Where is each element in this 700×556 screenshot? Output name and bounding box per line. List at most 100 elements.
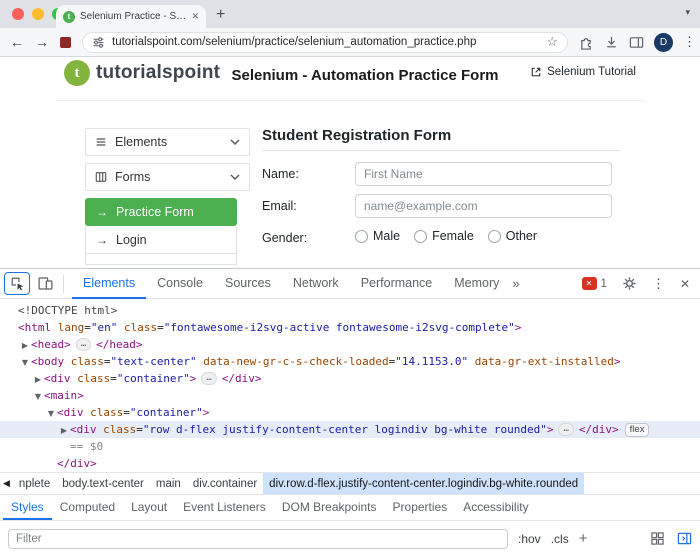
ellipsis-expander[interactable]: … <box>76 338 91 351</box>
profile-avatar[interactable]: D <box>654 33 673 52</box>
side-panel-icon[interactable] <box>629 35 644 50</box>
sidebar: Elements Forms → Practice Form → Login <box>85 128 250 265</box>
tab-event-listeners[interactable]: Event Listeners <box>175 495 274 520</box>
gear-icon[interactable] <box>622 276 637 291</box>
devtools-tab-memory[interactable]: Memory <box>443 269 510 299</box>
grid-icon[interactable] <box>651 532 664 545</box>
inspect-element-button[interactable] <box>4 272 30 295</box>
dom-tree-line[interactable]: ▼<main> <box>0 387 700 404</box>
toggle-element-state-button[interactable]: :hov <box>518 532 541 546</box>
dom-tree-line[interactable]: <html lang="en" class="fontawesome-i2svg… <box>0 319 700 336</box>
sidebar-section-forms[interactable]: Forms <box>85 163 250 191</box>
devtools-tab-sources[interactable]: Sources <box>214 269 282 299</box>
sidebar-item-practice-form[interactable]: → Practice Form <box>85 198 237 226</box>
tune-icon[interactable] <box>92 36 105 49</box>
ellipsis-expander[interactable]: … <box>201 372 216 385</box>
styles-filter-input[interactable] <box>8 529 508 549</box>
collapsed-arrow-icon[interactable]: ▶ <box>58 422 70 439</box>
tab-dom-breakpoints[interactable]: DOM Breakpoints <box>274 495 385 520</box>
expanded-arrow-icon[interactable]: ▼ <box>45 405 57 422</box>
tab-computed[interactable]: Computed <box>52 495 123 520</box>
dom-tree-line[interactable]: </div> <box>0 455 700 472</box>
external-link-icon <box>530 66 542 78</box>
styles-filter-bar: :hov .cls + <box>0 521 700 556</box>
browser-tab[interactable]: t Selenium Practice - Student I ✕ <box>56 5 206 28</box>
form-title-divider <box>262 150 620 151</box>
expanded-arrow-icon[interactable]: ▼ <box>19 354 31 371</box>
dom-tree-line[interactable]: == $0 <box>0 438 700 455</box>
devtools-tab-performance[interactable]: Performance <box>350 269 444 299</box>
expanded-arrow-icon[interactable]: ▼ <box>32 388 44 405</box>
error-icon: ✕ <box>582 277 597 290</box>
code-token: "row d-flex justify-content-center login… <box>143 423 547 436</box>
dom-tree-line[interactable]: <!DOCTYPE html> <box>0 302 700 319</box>
dom-tree-line[interactable]: ▶<head>…</head> <box>0 336 700 353</box>
email-input[interactable] <box>355 194 612 218</box>
gender-female-label: Female <box>432 229 474 243</box>
url-bar[interactable]: tutorialspoint.com/selenium/practice/sel… <box>82 32 568 53</box>
code-token: <div <box>70 423 97 436</box>
devtools-close-icon[interactable]: ✕ <box>680 277 690 291</box>
devtools-tab-elements[interactable]: Elements <box>72 269 146 299</box>
minimize-window-icon[interactable] <box>32 8 44 20</box>
sidebar-section-elements[interactable]: Elements <box>85 128 250 156</box>
arrow-right-icon: → <box>96 233 108 247</box>
tab-search-chevron-icon[interactable]: ▾ <box>685 7 690 18</box>
devtools-tab-network[interactable]: Network <box>282 269 350 299</box>
collapsed-arrow-icon[interactable]: ▶ <box>32 371 44 388</box>
code-token: "text-center" <box>111 355 197 368</box>
code-token: </div> <box>222 372 262 385</box>
sidebar-item-partial[interactable] <box>85 254 237 265</box>
breadcrumb-item-body[interactable]: body.text-center <box>56 473 150 494</box>
collapsed-arrow-icon[interactable]: ▶ <box>19 337 31 354</box>
forward-icon[interactable]: → <box>35 35 49 49</box>
devtools-menu-icon[interactable]: ⋮ <box>652 276 665 292</box>
toggle-panel-icon[interactable] <box>677 531 692 546</box>
ellipsis-expander[interactable]: … <box>558 423 573 436</box>
breadcrumb-scroll-left-icon[interactable]: ◀ <box>0 473 13 494</box>
close-window-icon[interactable] <box>12 8 24 20</box>
dom-tree-line[interactable]: ▼<body class="text-center" data-new-gr-c… <box>0 353 700 370</box>
download-icon[interactable] <box>604 35 619 50</box>
flex-badge[interactable]: flex <box>625 423 650 437</box>
dom-tree-line[interactable]: ▼<div class="container"> <box>0 404 700 421</box>
breadcrumb-item-selected[interactable]: div.row.d-flex.justify-content-center.lo… <box>263 473 584 494</box>
more-tabs-icon[interactable]: » <box>512 276 519 291</box>
extensions-icon[interactable] <box>579 35 594 50</box>
error-counter[interactable]: ✕ 1 <box>582 277 607 290</box>
dom-tree-line[interactable]: ▶<div class="row d-flex justify-content-… <box>0 421 700 438</box>
tab-properties[interactable]: Properties <box>385 495 456 520</box>
styles-tab-bar: Styles Computed Layout Event Listeners D… <box>0 494 700 521</box>
new-style-rule-button[interactable]: + <box>579 530 588 547</box>
tab-layout[interactable]: Layout <box>123 495 175 520</box>
sidebar-section-label: Elements <box>115 135 167 149</box>
element-classes-button[interactable]: .cls <box>551 532 569 546</box>
back-icon[interactable]: ← <box>10 35 24 49</box>
gender-male-radio[interactable]: Male <box>355 229 400 243</box>
device-toolbar-icon[interactable] <box>37 275 54 292</box>
dom-tree-line[interactable]: ▶<div class="container">…</div> <box>0 370 700 387</box>
browser-menu-icon[interactable]: ⋮ <box>683 34 696 50</box>
new-tab-button[interactable]: + <box>216 4 225 26</box>
sidebar-item-login[interactable]: → Login <box>85 226 237 254</box>
radio-icon <box>355 230 368 243</box>
tab-accessibility[interactable]: Accessibility <box>455 495 536 520</box>
gender-female-radio[interactable]: Female <box>414 229 474 243</box>
inspect-cursor-icon <box>10 276 25 291</box>
first-name-input[interactable] <box>355 162 612 186</box>
sidebar-section-label: Forms <box>115 170 150 184</box>
code-token: lang <box>51 321 84 334</box>
reload-icon[interactable] <box>60 37 71 48</box>
tab-styles[interactable]: Styles <box>3 495 52 520</box>
devtools-tab-console[interactable]: Console <box>146 269 214 299</box>
bookmark-star-icon[interactable]: ☆ <box>546 34 558 50</box>
gender-other-radio[interactable]: Other <box>488 229 537 243</box>
code-token: </div> <box>57 457 97 470</box>
breadcrumb-item-container[interactable]: div.container <box>187 473 263 494</box>
breadcrumb-item[interactable]: nplete <box>13 473 56 494</box>
url-text[interactable]: tutorialspoint.com/selenium/practice/sel… <box>112 36 539 48</box>
filter-bar-right <box>651 531 692 546</box>
tab-close-icon[interactable]: ✕ <box>191 11 199 22</box>
breadcrumb-item-main[interactable]: main <box>150 473 187 494</box>
tutorial-link[interactable]: Selenium Tutorial <box>530 66 636 78</box>
